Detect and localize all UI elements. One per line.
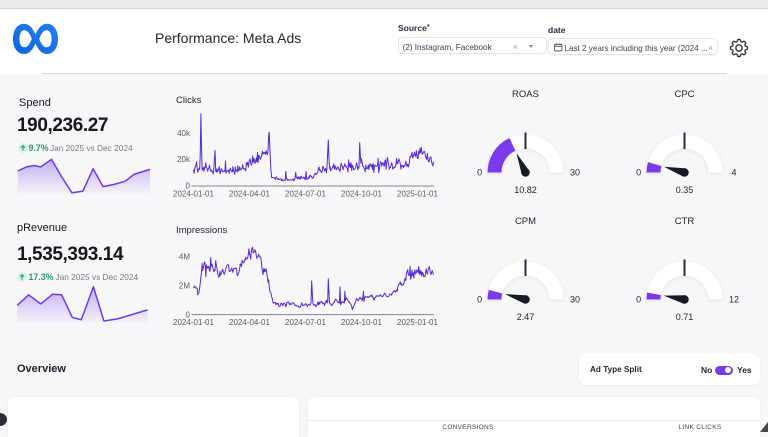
svg-text:Clicks: Clicks: [176, 95, 202, 106]
svg-text:2025-01-01: 2025-01-01: [397, 190, 438, 199]
svg-text:40k: 40k: [177, 129, 191, 138]
svg-text:Impressions: Impressions: [176, 225, 227, 236]
svg-text:2024-10-01: 2024-10-01: [341, 190, 382, 199]
svg-text:0.71: 0.71: [676, 312, 694, 322]
svg-text:0: 0: [636, 168, 641, 178]
svg-text:2024-01-01: 2024-01-01: [173, 318, 214, 327]
svg-text:2.47: 2.47: [517, 312, 535, 322]
svg-text:4: 4: [731, 168, 736, 178]
svg-text:ROAS: ROAS: [512, 89, 539, 100]
svg-text:10.82: 10.82: [514, 185, 537, 195]
svg-text:4M: 4M: [179, 253, 190, 262]
svg-text:30: 30: [570, 295, 580, 305]
svg-text:20k: 20k: [177, 155, 191, 164]
svg-text:0.35: 0.35: [676, 185, 694, 195]
svg-text:2024-07-01: 2024-07-01: [285, 190, 326, 199]
svg-text:2M: 2M: [179, 282, 190, 291]
svg-text:2024-07-01: 2024-07-01: [285, 318, 326, 327]
svg-text:2024-01-01: 2024-01-01: [173, 190, 214, 199]
svg-text:CPM: CPM: [515, 216, 536, 227]
svg-text:30: 30: [570, 168, 580, 178]
svg-text:2024-04-01: 2024-04-01: [229, 190, 270, 199]
svg-text:0: 0: [477, 168, 482, 178]
svg-text:12: 12: [729, 295, 739, 305]
svg-text:2024-04-01: 2024-04-01: [229, 318, 270, 327]
svg-text:CPC: CPC: [674, 89, 694, 100]
svg-text:CTR: CTR: [675, 216, 695, 227]
svg-text:2024-10-01: 2024-10-01: [341, 318, 382, 327]
svg-text:0: 0: [477, 295, 482, 305]
svg-text:2025-01-01: 2025-01-01: [397, 318, 438, 327]
svg-text:0: 0: [636, 295, 641, 305]
